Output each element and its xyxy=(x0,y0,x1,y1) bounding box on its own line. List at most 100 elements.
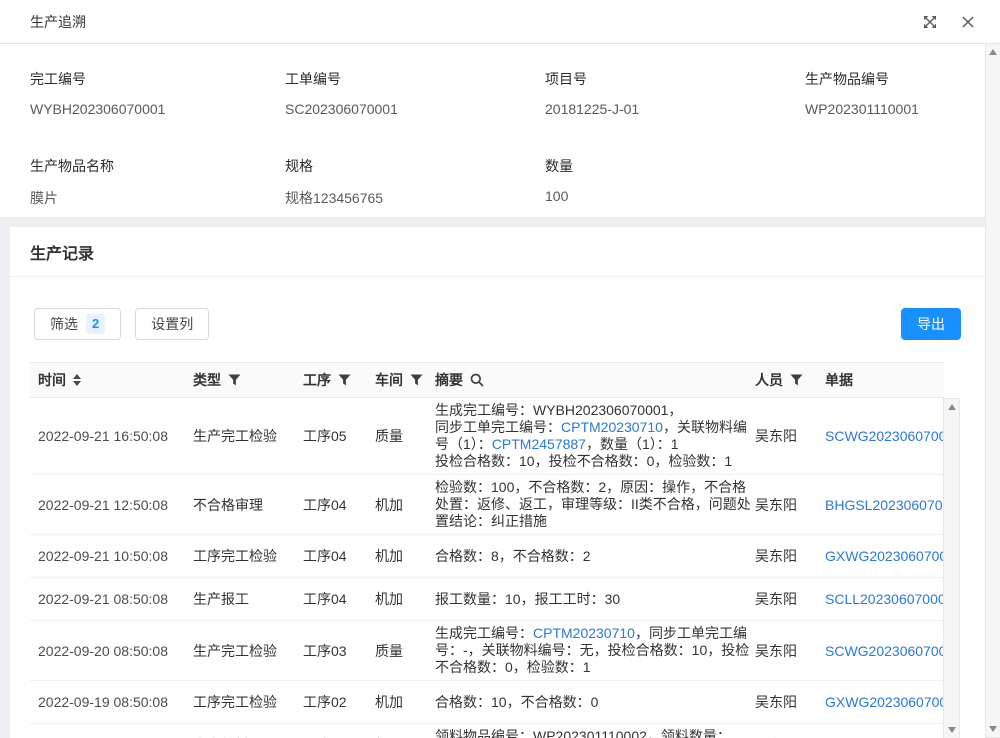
cell-summary: 合格数：10，不合格数：0 xyxy=(435,681,755,723)
cell-type: 生产完工检验 xyxy=(193,621,303,680)
modal-scrollbar[interactable] xyxy=(985,44,1000,738)
filter-button[interactable]: 筛选 2 xyxy=(34,308,121,340)
table-row: 2022-09-19 08:50:08工序完工检验 工序02 机加合格数：10，不合… xyxy=(30,681,944,724)
sort-icon[interactable] xyxy=(73,374,81,386)
filter-icon[interactable] xyxy=(790,374,803,386)
type-value: 生产完工检验 xyxy=(193,426,277,446)
summary-segment: 领料物品编号：WP202301110002，领料数量：10，批次号：PC2023… xyxy=(435,728,731,738)
doc-link[interactable]: BHGSL2023060700 xyxy=(825,497,944,513)
doc-link[interactable]: GXWG20230607000 xyxy=(825,548,944,564)
time-value: 2022-09-21 16:50:08 xyxy=(38,428,168,444)
column-header-label: 车间 xyxy=(375,370,403,390)
summary-link[interactable]: CPTM20230710 xyxy=(561,419,663,435)
cell-workshop: 质量 xyxy=(375,621,435,680)
modal-body: 完工编号 WYBH202306070001 工单编号 SC20230607000… xyxy=(0,44,1000,738)
column-header[interactable]: 摘要 xyxy=(435,363,755,397)
column-header[interactable]: 类型 xyxy=(193,363,303,397)
table-scrollbar[interactable] xyxy=(943,398,960,738)
summary-text: 报工数量：10，报工工时：30 xyxy=(435,591,620,608)
cell-summary: 生成完工编号：CPTM20230710，同步工单完工编号：-，关联物料编号：无，… xyxy=(435,621,755,680)
field-label: 项目号 xyxy=(545,69,805,89)
process-value: 工序04 xyxy=(303,589,347,609)
cell-type: 生产报工 xyxy=(193,578,303,620)
search-icon[interactable] xyxy=(470,373,484,387)
table-row: 2022-09-18 08:50:08生产领料工序01机加领料物品编号：WP20… xyxy=(30,724,944,738)
set-columns-button[interactable]: 设置列 xyxy=(135,308,209,340)
cell-type: 生产完工检验 xyxy=(193,398,303,474)
column-header[interactable]: 车间 xyxy=(375,363,435,397)
cell-workshop: 机加 xyxy=(375,475,435,534)
summary-segment: 报工数量：10，报工工时：30 xyxy=(435,591,620,607)
cell-process: 工序03 xyxy=(303,621,375,680)
scroll-down-arrow-icon[interactable] xyxy=(989,726,997,732)
process-value: 工序03 xyxy=(303,641,347,661)
process-value: 工序04 xyxy=(303,495,347,515)
fullscreen-icon[interactable] xyxy=(920,12,940,32)
records-toolbar: 筛选 2 设置列 导出 xyxy=(10,277,985,362)
summary-text: 生成完工编号：CPTM20230710，同步工单完工编号：-，关联物料编号：无，… xyxy=(435,625,755,676)
cell-summary: 报工数量：10，报工工时：30 xyxy=(435,578,755,620)
doc-link[interactable]: SCWG20230607000 xyxy=(825,428,944,444)
info-field: 生产物品名称 膜片 xyxy=(30,156,285,217)
doc-link[interactable]: GXWG20230607000 xyxy=(825,694,944,710)
column-header[interactable]: 人员 xyxy=(755,363,825,397)
field-label: 规格 xyxy=(285,156,545,176)
type-value: 生产报工 xyxy=(193,589,249,609)
column-header[interactable]: 时间 xyxy=(30,363,193,397)
scroll-down-arrow-icon[interactable] xyxy=(948,727,956,733)
cell-time: 2022-09-21 16:50:08 xyxy=(30,398,193,474)
info-field: 数量 100 xyxy=(545,156,805,217)
person-value: 吴东阳 xyxy=(755,546,797,566)
doc-link[interactable]: SCWG20230607000 xyxy=(825,643,944,659)
filter-icon[interactable] xyxy=(338,374,351,386)
summary-link[interactable]: CPTM20230710 xyxy=(533,625,635,641)
cell-doc: BHGSL2023060700 xyxy=(825,475,944,534)
workshop-value: 机加 xyxy=(375,589,403,609)
cell-doc: SCWG20230607000 xyxy=(825,621,944,680)
person-value: 吴东阳 xyxy=(755,641,797,661)
export-button[interactable]: 导出 xyxy=(901,308,961,340)
summary-segment: 投检合格数：10，投检不合格数：0，检验数：1 xyxy=(435,453,732,469)
scroll-up-arrow-icon[interactable] xyxy=(989,49,997,55)
cell-doc: GXWG20230607000 xyxy=(825,535,944,577)
table-row: 2022-09-21 08:50:08 生产报工 工序04 机加 报工数量：10，报工工… xyxy=(30,578,944,621)
close-icon[interactable] xyxy=(958,12,978,32)
cell-doc: SCLL202306070001 xyxy=(825,578,944,620)
cell-process: 工序01 xyxy=(303,724,375,738)
modal-header: 生产追溯 xyxy=(0,0,1000,44)
column-header-label: 人员 xyxy=(755,370,783,390)
cell-workshop: 质量 xyxy=(375,398,435,474)
field-label: 生产物品名称 xyxy=(30,156,285,176)
time-value: 2022-09-21 08:50:08 xyxy=(38,591,168,607)
person-value: 吴东阳 xyxy=(755,495,797,515)
scroll-up-arrow-icon[interactable] xyxy=(948,404,956,410)
filter-icon[interactable] xyxy=(228,374,241,386)
column-header[interactable]: 工序 xyxy=(303,363,375,397)
cell-time: 2022-09-20 08:50:08 xyxy=(30,621,193,680)
summary-link[interactable]: CPTM2457887 xyxy=(492,436,586,452)
modal-content: 完工编号 WYBH202306070001 工单编号 SC20230607000… xyxy=(0,44,985,738)
filter-icon[interactable] xyxy=(410,374,423,386)
table-row: 2022-09-21 12:50:08不合格审理工序04机加检验数：100，不合… xyxy=(30,475,944,535)
process-value: 工序02 xyxy=(303,692,347,712)
table-row: 2022-09-20 08:50:08生产完工检验 工序03 质量生成完工编号：CP… xyxy=(30,621,944,681)
cell-summary: 领料物品编号：WP202301110002，领料数量：10，批次号：PC2023… xyxy=(435,724,755,738)
cell-doc: GXWG20230607000 xyxy=(825,681,944,723)
type-value: 生产完工检验 xyxy=(193,641,277,661)
workshop-value: 质量 xyxy=(375,426,403,446)
summary-segment: 检验数：100，不合格数：2，原因：操作，不合格处置：返修、返工，审理等级：II… xyxy=(435,479,751,529)
cell-time: 2022-09-19 08:50:08 xyxy=(30,681,193,723)
person-value: 吴东阳 xyxy=(755,589,797,609)
cell-type: 工序完工检验 xyxy=(193,681,303,723)
set-columns-label: 设置列 xyxy=(151,314,193,334)
info-field: 完工编号 WYBH202306070001 xyxy=(30,69,285,126)
field-value: WYBH202306070001 xyxy=(30,101,285,117)
production-trace-modal: 生产追溯 xyxy=(0,0,1000,738)
doc-link[interactable]: SCLL202306070001 xyxy=(825,591,944,607)
cell-workshop: 机加 xyxy=(375,681,435,723)
cell-person: 吴东阳 xyxy=(755,681,825,723)
column-header-label: 工序 xyxy=(303,370,331,390)
type-value: 工序完工检验 xyxy=(193,692,277,712)
info-field: 生产物品编号 WP202301110001 xyxy=(805,69,985,126)
field-value: 膜片 xyxy=(30,188,285,208)
